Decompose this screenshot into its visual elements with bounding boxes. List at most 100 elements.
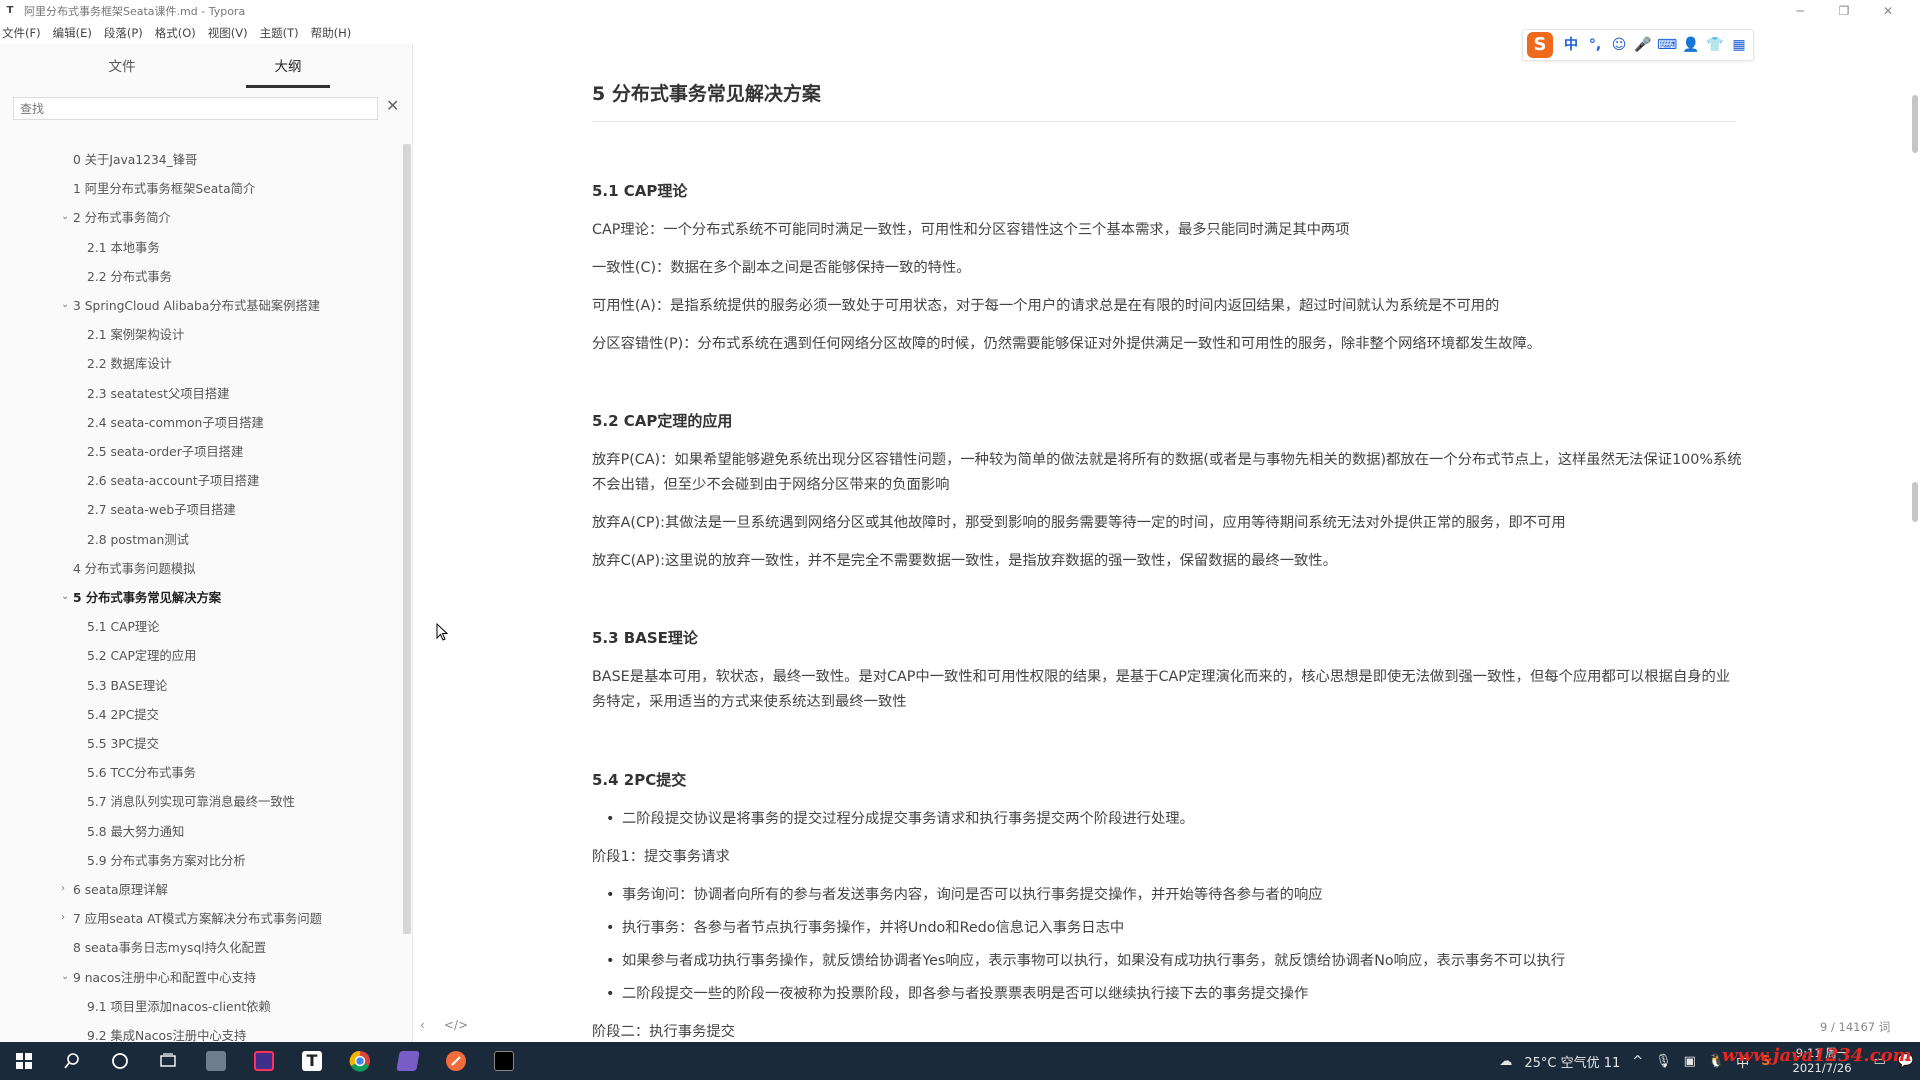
outline-item[interactable]: 1 阿里分布式事务框架Seata简介 [73, 179, 255, 199]
outline-item[interactable]: 2.1 案例架构设计 [87, 325, 184, 345]
chevron-down-icon[interactable]: ⌄ [61, 207, 71, 227]
tab-outline[interactable]: 大纲 [246, 54, 330, 88]
menu-file[interactable]: 文件(F) [2, 25, 41, 41]
chevron-down-icon[interactable]: ⌄ [61, 295, 71, 315]
outline-item[interactable]: 2.7 seata-web子项目搭建 [87, 500, 236, 520]
paragraph: 放弃P(CA)：如果希望能够避免系统出现分区容错性问题，一种较为简单的做法就是将… [592, 452, 1742, 493]
outline-item[interactable]: 7 应用seata AT模式方案解决分布式事务问题 [73, 909, 322, 929]
toggle-sidebar-icon[interactable]: ‹ [420, 1018, 425, 1032]
outline-item[interactable]: 5 分布式事务常见解决方案 [73, 588, 221, 608]
sidebar-footer: ‹ </> [420, 1018, 468, 1032]
outline-item[interactable]: 9.1 项目里添加nacos-client依赖 [87, 997, 271, 1017]
menu-theme[interactable]: 主题(T) [260, 25, 299, 41]
chevron-down-icon[interactable]: ⌄ [61, 967, 71, 987]
weather-icon[interactable]: ☁ [1499, 1054, 1512, 1069]
close-search-icon[interactable]: ✕ [386, 96, 399, 115]
network-icon[interactable]: ▣ [1684, 1054, 1696, 1069]
postman-icon[interactable] [432, 1042, 480, 1080]
tray-expand-icon[interactable]: ^ [1632, 1054, 1643, 1069]
outline-item[interactable]: 2.8 postman测试 [87, 530, 189, 550]
ime-user-icon[interactable]: 👤 [1681, 35, 1701, 55]
typora-taskbar-icon[interactable]: T [288, 1042, 336, 1080]
chrome-icon[interactable] [336, 1042, 384, 1080]
ime-toolbox-icon[interactable]: ▦ [1729, 35, 1749, 55]
paragraph: 可用性(A)：是指系统提供的服务必须一致处于可用状态，对于每一个用户的请求总是在… [592, 298, 1500, 314]
typora-app-icon: T [6, 4, 14, 16]
watermark: www.java1234.com [1722, 1045, 1912, 1066]
outline-item[interactable]: 2.3 seatatest父项目搭建 [87, 384, 229, 404]
editor-scrollbar-thumb[interactable] [1912, 95, 1918, 153]
outline-item[interactable]: 2.6 seata-account子项目搭建 [87, 471, 259, 491]
ime-keyboard-icon[interactable]: ⌨ [1657, 35, 1677, 55]
menu-paragraph[interactable]: 段落(P) [104, 25, 143, 41]
list-item: 二阶段提交一些的阶段一夜被称为投票阶段，即各参与者投票票表明是否可以继续执行接下… [606, 982, 1732, 1007]
outline-item[interactable]: 2.5 seata-order子项目搭建 [87, 442, 243, 462]
paragraph: 阶段1：提交事务请求 [592, 849, 730, 865]
terminal-icon[interactable] [480, 1042, 528, 1080]
menu-help[interactable]: 帮助(H) [311, 25, 352, 41]
ime-skin-icon[interactable]: 👕 [1705, 35, 1725, 55]
search-icon[interactable] [48, 1042, 96, 1080]
cortana-icon[interactable] [96, 1042, 144, 1080]
outline-item[interactable]: 2.1 本地事务 [87, 238, 160, 258]
chevron-down-icon[interactable]: ⌄ [61, 587, 71, 607]
paragraph: 放弃A(CP):其做法是一旦系统遇到网络分区或其他故障时，那受到影响的服务需要等… [592, 515, 1566, 531]
outline-item[interactable]: 6 seata原理详解 [73, 880, 168, 900]
outline-search-input[interactable] [13, 97, 378, 120]
sogou-logo-icon[interactable]: S [1527, 32, 1553, 58]
tab-files[interactable]: 文件 [80, 54, 164, 88]
outline-item[interactable]: 4 分布式事务问题模拟 [73, 559, 195, 579]
outline-item[interactable]: 2.4 seata-common子项目搭建 [87, 413, 264, 433]
ime-chinese-icon[interactable]: 中 [1561, 35, 1581, 55]
outline-item[interactable]: 2 分布式事务简介 [73, 208, 171, 228]
outline-item[interactable]: 8 seata事务日志mysql持久化配置 [73, 938, 266, 958]
chevron-right-icon[interactable]: › [61, 908, 71, 928]
title-bar: T 阿里分布式事务框架Seata课件.md - Typora ─ ❐ ✕ [0, 0, 1920, 21]
chevron-right-icon[interactable]: › [61, 879, 71, 899]
intellij-idea-icon[interactable] [240, 1042, 288, 1080]
outline-item[interactable]: 5.4 2PC提交 [87, 705, 159, 725]
outline-item[interactable]: 9 nacos注册中心和配置中心支持 [73, 968, 256, 988]
outline-item[interactable]: 0 关于Java1234_锋哥 [73, 150, 197, 170]
sidebar-scrollbar[interactable] [403, 144, 411, 934]
taskbar: T ☁ 25°C 空气优 11 ^ 🎙 ▣ 🐧 中 S 9:11 周一 2021… [0, 1042, 1920, 1080]
visual-studio-icon[interactable] [384, 1042, 432, 1080]
menu-view[interactable]: 视图(V) [208, 25, 248, 41]
outline-item[interactable]: 5.2 CAP定理的应用 [87, 646, 196, 666]
list-item: 事务询问：协调者向所有的参与者发送事务内容，询问是否可以执行事务提交操作，并开始… [606, 883, 1732, 908]
ime-emoji-icon[interactable]: ☺ [1609, 35, 1629, 55]
list-item: 执行事务：各参与者节点执行事务操作，并将Undo和Redo信息记入事务日志中 [606, 916, 1732, 941]
ime-punctuation-icon[interactable]: °, [1585, 35, 1605, 55]
outline-item[interactable]: 5.8 最大努力通知 [87, 822, 184, 842]
menu-edit[interactable]: 编辑(E) [53, 25, 92, 41]
outline-item[interactable]: 3 SpringCloud Alibaba分布式基础案例搭建 [73, 296, 320, 316]
outline-item[interactable]: 5.5 3PC提交 [87, 734, 159, 754]
maximize-button[interactable]: ❐ [1822, 4, 1866, 18]
outline-item[interactable]: 5.6 TCC分布式事务 [87, 763, 196, 783]
outline-item[interactable]: 5.3 BASE理论 [87, 676, 167, 696]
sogou-taskbar-icon[interactable] [192, 1042, 240, 1080]
source-mode-icon[interactable]: </> [444, 1018, 468, 1032]
weather-text[interactable]: 25°C 空气优 11 [1524, 1052, 1620, 1071]
word-count[interactable]: 9 / 14167 词 [1820, 1019, 1890, 1035]
outline-item[interactable]: 2.2 数据库设计 [87, 354, 172, 374]
outline-item[interactable]: 5.1 CAP理论 [87, 617, 159, 637]
minimize-button[interactable]: ─ [1778, 4, 1822, 18]
heading-2pc: 5.4 2PC提交 [592, 771, 687, 789]
outline-item[interactable]: 5.9 分布式事务方案对比分析 [87, 851, 246, 871]
microphone-icon[interactable]: 🎙 [1655, 1054, 1672, 1069]
outline-item[interactable]: 2.2 分布式事务 [87, 267, 172, 287]
ime-toolbar: S 中 °, ☺ 🎤 ⌨ 👤 👕 ▦ [1522, 29, 1754, 61]
task-view-icon[interactable] [144, 1042, 192, 1080]
menu-format[interactable]: 格式(O) [155, 25, 196, 41]
heading-base: 5.3 BASE理论 [592, 629, 698, 647]
sidebar: 文件 大纲 ✕ 0 关于Java1234_锋哥 1 阿里分布式事务框架Seata简… [0, 44, 413, 1043]
list-item: 如果参与者成功执行事务操作，就反馈给协调者Yes响应，表示事物可以执行，如果没有… [606, 949, 1732, 974]
close-button[interactable]: ✕ [1866, 4, 1910, 18]
window-controls: ─ ❐ ✕ [1778, 0, 1910, 21]
mouse-cursor-icon [436, 623, 448, 641]
outline-item[interactable]: 5.7 消息队列实现可靠消息最终一致性 [87, 792, 295, 812]
paragraph: 分区容错性(P)：分布式系统在遇到任何网络分区故障的时候，仍然需要能够保证对外提… [592, 336, 1542, 352]
windows-start-icon[interactable] [0, 1042, 48, 1080]
ime-voice-icon[interactable]: 🎤 [1633, 35, 1653, 55]
